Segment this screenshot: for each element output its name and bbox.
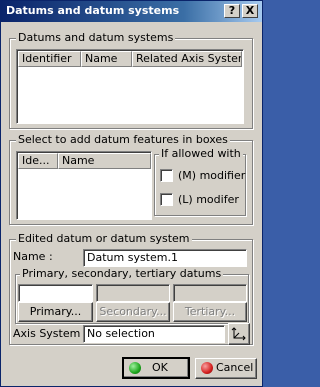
title-bar[interactable]: Datums and datum systems ? X — [1, 1, 262, 22]
secondary-field — [96, 284, 170, 302]
ok-icon — [129, 362, 141, 374]
help-button[interactable]: ? — [224, 4, 240, 18]
datum-systems-group: Datums and datum systems Identifier Name… — [9, 31, 253, 129]
secondary-button: Secondary... — [96, 302, 170, 322]
cancel-icon — [201, 362, 213, 374]
column-identifier[interactable]: Identifier — [18, 51, 81, 67]
datum-features-legend: Select to add datum features in boxes — [16, 133, 230, 146]
datum-features-list[interactable]: Ide... Name — [16, 151, 152, 220]
dialog-title: Datums and datum systems — [6, 4, 180, 17]
l-modifier-label: (L) modifer — [178, 193, 239, 206]
column-name[interactable]: Name — [81, 51, 132, 67]
cancel-button[interactable]: Cancel — [195, 358, 257, 379]
close-button[interactable]: X — [242, 4, 258, 18]
cancel-label: Cancel — [216, 361, 254, 374]
tertiary-field — [173, 284, 247, 302]
tertiary-button: Tertiary... — [173, 302, 247, 322]
column-ide[interactable]: Ide... — [18, 153, 58, 169]
column-feature-name[interactable]: Name — [58, 153, 151, 169]
datum-systems-list[interactable]: Identifier Name Related Axis System — [16, 49, 244, 124]
datum-features-group: Select to add datum features in boxes Id… — [9, 133, 253, 225]
modifiers-group: If allowed with (M) modifier (L) modifer — [154, 147, 246, 216]
edited-datum-legend: Edited datum or datum system — [16, 232, 192, 245]
ok-label: OK — [152, 361, 168, 374]
column-related-axis-system[interactable]: Related Axis System — [132, 51, 242, 67]
m-modifier-checkbox[interactable] — [160, 169, 173, 182]
axis-system-icon — [231, 327, 246, 341]
pst-legend: Primary, secondary, tertiary datums — [20, 267, 224, 280]
primary-field[interactable] — [18, 284, 93, 302]
m-modifier-label: (M) modifier — [178, 169, 246, 182]
axis-system-label: Axis System : — [13, 327, 88, 340]
datum-systems-legend: Datums and datum systems — [16, 31, 176, 44]
axis-system-field[interactable]: No selection — [83, 325, 225, 343]
name-label: Name : — [13, 250, 53, 263]
pst-datums-group: Primary, secondary, tertiary datums Prim… — [15, 267, 249, 324]
l-modifier-checkbox[interactable] — [160, 193, 173, 206]
modifiers-legend: If allowed with — [159, 147, 243, 160]
primary-button[interactable]: Primary... — [18, 302, 93, 322]
datums-dialog: Datums and datum systems ? X Datums and … — [0, 0, 263, 387]
edited-datum-group: Edited datum or datum system Name : Datu… — [9, 232, 253, 345]
name-field[interactable]: Datum system.1 — [83, 249, 247, 267]
axis-system-select-button[interactable] — [228, 323, 250, 345]
ok-button[interactable]: OK — [122, 357, 190, 379]
